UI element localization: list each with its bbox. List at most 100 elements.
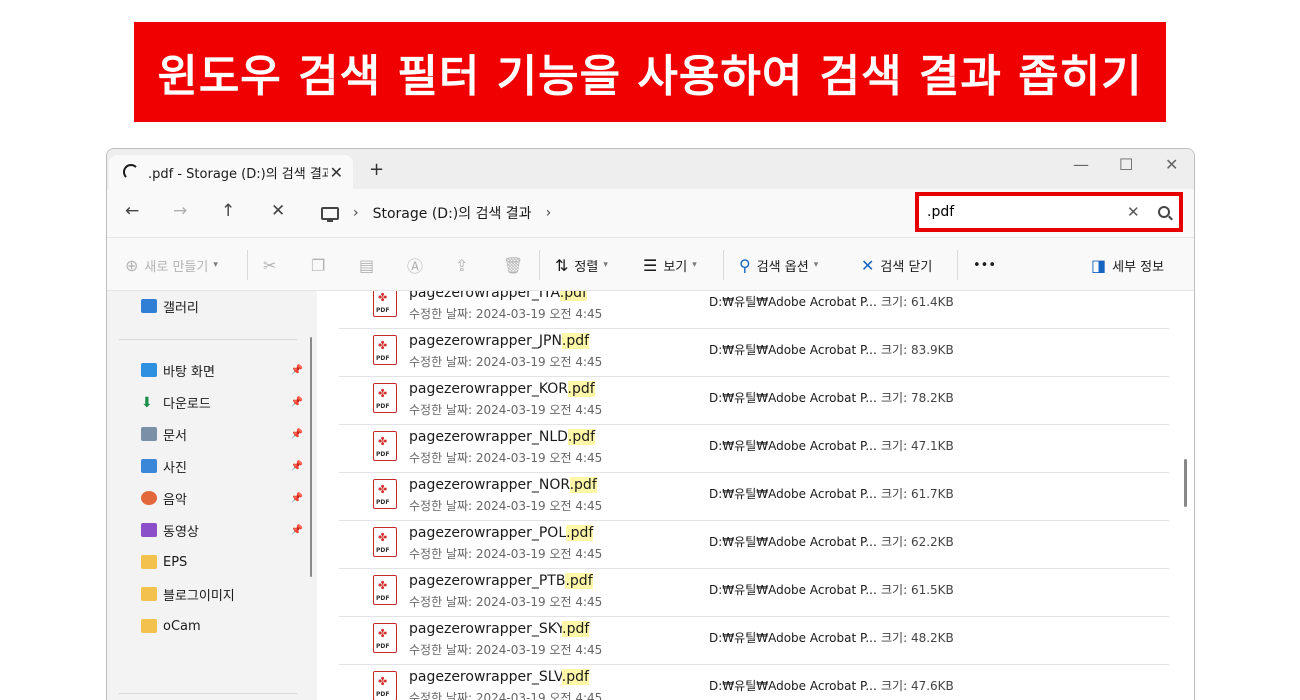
view-button[interactable]: ☰ 보기 ▾: [643, 238, 697, 292]
new-button[interactable]: ⊕ 새로 만들기 ▾: [125, 238, 218, 292]
chevron-right-icon[interactable]: ›: [546, 205, 552, 221]
pin-icon[interactable]: 📌: [291, 365, 303, 376]
file-size: 크기: 61.4KB: [881, 295, 954, 309]
file-list: ✤ PDF pagezerowrapper_ITA.pdf 수정한 날짜: 2024-…: [317, 291, 1194, 700]
sidebar-item-eps[interactable]: EPS: [141, 551, 301, 573]
list-item[interactable]: ✤ PDF pagezerowrapper_SLV.pdf 수정한 날짜: 2024-…: [339, 665, 1169, 700]
sidebar-item-pictures[interactable]: 사진 📌: [141, 455, 303, 477]
tab-search-results[interactable]: .pdf - Storage (D:)의 검색 결과 ✕: [109, 155, 353, 189]
details-pane-button[interactable]: ◨ 세부 정보: [1091, 238, 1164, 292]
forward-button[interactable]: →: [173, 201, 187, 221]
chevron-down-icon: ▾: [813, 260, 819, 270]
list-item[interactable]: ✤ PDF pagezerowrapper_ITA.pdf 수정한 날짜: 2024-…: [339, 291, 1169, 329]
file-path: D:₩유틸₩Adobe Acrobat P...: [709, 343, 877, 357]
list-item[interactable]: ✤ PDF pagezerowrapper_PTB.pdf 수정한 날짜: 2024-…: [339, 569, 1169, 617]
sidebar-item-videos[interactable]: 동영상 📌: [141, 519, 303, 541]
copy-button[interactable]: ❐: [311, 238, 331, 292]
sidebar-item-blog-images[interactable]: 블로그이미지: [141, 583, 301, 605]
sidebar-item-documents[interactable]: 문서 📌: [141, 423, 303, 445]
sidebar-scrollbar[interactable]: [310, 337, 312, 577]
minimize-button[interactable]: —: [1073, 155, 1089, 174]
sidebar-item-label: 동영상: [163, 524, 199, 540]
sidebar-item-ocam[interactable]: oCam: [141, 615, 301, 637]
up-button[interactable]: ↑: [221, 201, 235, 221]
file-path: D:₩유틸₩Adobe Acrobat P...: [709, 631, 877, 645]
address-bar[interactable]: › Storage (D:)의 검색 결과 ›: [307, 197, 907, 229]
breadcrumb[interactable]: Storage (D:)의 검색 결과: [373, 203, 532, 223]
pin-icon[interactable]: 📌: [291, 461, 303, 472]
details-label: 세부 정보: [1112, 259, 1165, 275]
trash-icon: 🗑: [503, 255, 524, 275]
file-list-scrollbar[interactable]: [1184, 459, 1187, 507]
search-icon[interactable]: [1157, 206, 1170, 218]
file-name: pagezerowrapper_NOR.pdf: [409, 477, 597, 493]
file-extension-match: .pdf: [569, 477, 597, 493]
acrobat-symbol-icon: ✤: [378, 675, 388, 688]
file-name: pagezerowrapper_JPN.pdf: [409, 333, 590, 349]
sidebar-item-label: 블로그이미지: [163, 588, 235, 604]
list-item[interactable]: ✤ PDF pagezerowrapper_NOR.pdf 수정한 날짜: 2024-…: [339, 473, 1169, 521]
navigation-pane: 갤러리 바탕 화면 📌 ⬇ 다운로드 📌 문서 📌 사진 📌 음악 📌 동영상 …: [107, 291, 317, 700]
pdf-icon: ✤ PDF: [373, 671, 397, 700]
desktop-icon: [141, 363, 157, 377]
close-search-button[interactable]: ✕ 검색 닫기: [861, 238, 932, 292]
search-box[interactable]: ✕: [915, 192, 1183, 232]
pdf-label: PDF: [376, 499, 390, 506]
file-size: 크기: 47.1KB: [881, 439, 954, 453]
rename-button[interactable]: Ⓐ: [407, 238, 429, 292]
monitor-icon: [321, 206, 339, 222]
file-base-name: pagezerowrapper_NLD: [409, 429, 568, 445]
acrobat-symbol-icon: ✤: [378, 531, 388, 544]
pictures-icon: [141, 459, 157, 473]
banner-title: 윈도우 검색 필터 기능을 사용하여 검색 결과 좁히기: [157, 51, 1143, 102]
loading-spinner-icon: [123, 164, 139, 180]
more-options-button[interactable]: •••: [973, 238, 996, 292]
pdf-label: PDF: [376, 355, 390, 362]
list-item[interactable]: ✤ PDF pagezerowrapper_JPN.pdf 수정한 날짜: 2024-…: [339, 329, 1169, 377]
pdf-icon: ✤ PDF: [373, 431, 397, 461]
search-options-button[interactable]: ⚲ 검색 옵션 ▾: [739, 238, 818, 292]
pin-icon[interactable]: 📌: [291, 493, 303, 504]
cut-button[interactable]: ✂: [263, 238, 282, 292]
tab-close-icon[interactable]: ✕: [330, 163, 343, 182]
sort-button[interactable]: ⇅ 정렬 ▾: [555, 238, 608, 292]
search-input[interactable]: [927, 204, 1117, 220]
share-button[interactable]: ⇪: [455, 238, 474, 292]
file-extension-match: .pdf: [559, 291, 587, 301]
document-icon: [141, 427, 157, 441]
file-size: 크기: 62.2KB: [881, 535, 954, 549]
share-icon: ⇪: [455, 255, 469, 275]
search-options-label: 검색 옵션: [756, 259, 809, 275]
sidebar-item-downloads[interactable]: ⬇ 다운로드 📌: [141, 391, 303, 413]
close-window-button[interactable]: ✕: [1165, 155, 1178, 174]
list-item[interactable]: ✤ PDF pagezerowrapper_POL.pdf 수정한 날짜: 2024-…: [339, 521, 1169, 569]
file-size: 크기: 83.9KB: [881, 343, 954, 357]
file-path: D:₩유틸₩Adobe Acrobat P...: [709, 439, 877, 453]
view-list-icon: ☰: [643, 255, 658, 275]
stop-button[interactable]: ✕: [271, 201, 285, 221]
list-item[interactable]: ✤ PDF pagezerowrapper_KOR.pdf 수정한 날짜: 2024-…: [339, 377, 1169, 425]
maximize-button[interactable]: ☐: [1119, 155, 1133, 174]
new-label: 새로 만들기: [144, 259, 209, 275]
pin-icon[interactable]: 📌: [291, 525, 303, 536]
file-base-name: pagezerowrapper_NOR: [409, 477, 570, 493]
file-modified-date: 수정한 날짜: 2024-03-19 오전 4:45: [409, 451, 603, 465]
file-path: D:₩유틸₩Adobe Acrobat P...: [709, 487, 877, 501]
divider: [539, 250, 540, 280]
file-extension-match: .pdf: [565, 573, 593, 589]
list-item[interactable]: ✤ PDF pagezerowrapper_SKY.pdf 수정한 날짜: 2024-…: [339, 617, 1169, 665]
sidebar-item-desktop[interactable]: 바탕 화면 📌: [141, 359, 303, 381]
clear-search-icon[interactable]: ✕: [1127, 203, 1140, 221]
pin-icon[interactable]: 📌: [291, 429, 303, 440]
paste-button[interactable]: ▤: [359, 238, 380, 292]
chevron-right-icon: ›: [353, 205, 359, 221]
delete-button[interactable]: 🗑: [503, 238, 529, 292]
new-tab-button[interactable]: +: [369, 159, 384, 180]
pin-icon[interactable]: 📌: [291, 397, 303, 408]
sidebar-item-music[interactable]: 음악 📌: [141, 487, 303, 509]
file-path: D:₩유틸₩Adobe Acrobat P...: [709, 391, 877, 405]
back-button[interactable]: ←: [125, 201, 139, 221]
sidebar-item-gallery[interactable]: 갤러리: [141, 295, 301, 317]
scissors-icon: ✂: [263, 255, 277, 275]
list-item[interactable]: ✤ PDF pagezerowrapper_NLD.pdf 수정한 날짜: 2024-…: [339, 425, 1169, 473]
